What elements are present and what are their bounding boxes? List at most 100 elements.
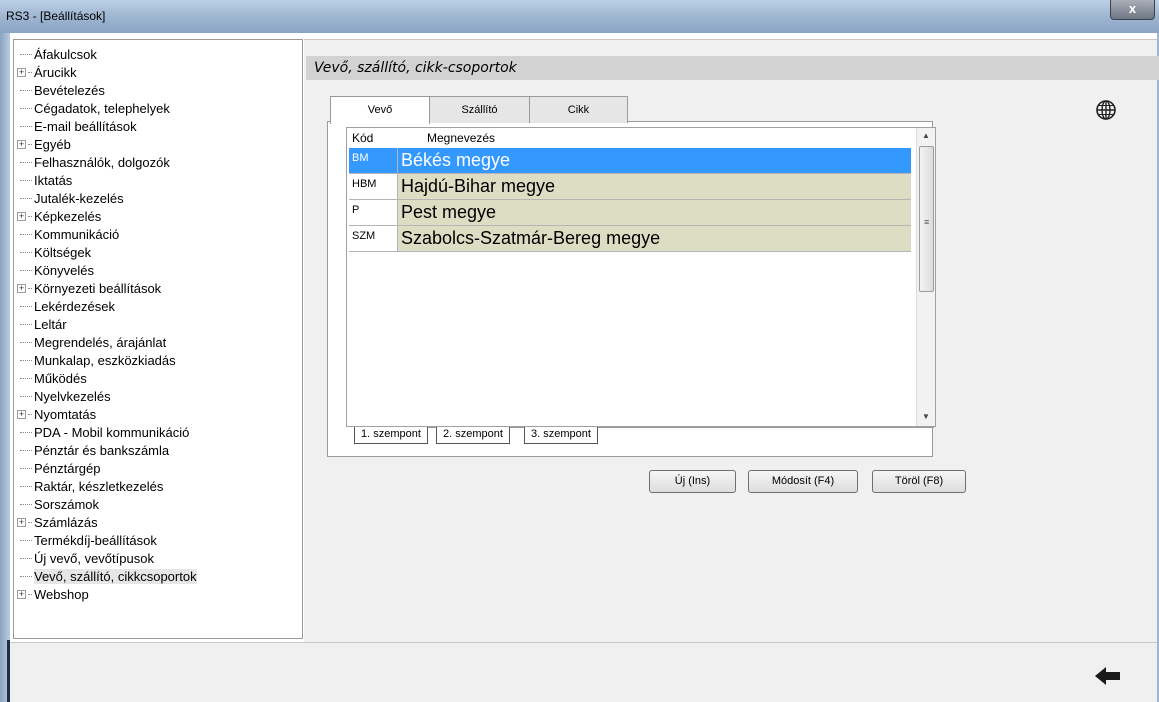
column-header-name[interactable]: Megnevezés xyxy=(427,131,495,145)
tree-connector xyxy=(20,503,32,505)
tab-vevo[interactable]: Vevő xyxy=(330,96,430,124)
settings-tree[interactable]: Áfakulcsok + Árucikk Bevételezés Cégadatok, … xyxy=(13,39,303,639)
tree-item-label: Munkalap, eszközkiadás xyxy=(34,352,176,368)
section-header: Vevő, szállító, cikk-csoportok xyxy=(306,56,1159,80)
expand-icon[interactable]: + xyxy=(17,283,26,293)
table-header: Kód Megnevezés xyxy=(347,128,917,147)
tree-item[interactable]: Jutalék-kezelés xyxy=(14,189,124,207)
tree-connector xyxy=(28,521,32,523)
expand-icon[interactable]: + xyxy=(17,589,26,599)
tree-item[interactable]: Vevő, szállító, cikkcsoportok xyxy=(14,567,197,585)
tree-item[interactable]: PDA - Mobil kommunikáció xyxy=(14,423,189,441)
tree-item[interactable]: Pénztárgép xyxy=(14,459,101,477)
tree-item[interactable]: Lekérdezések xyxy=(14,297,115,315)
tree-item[interactable]: Raktár, készletkezelés xyxy=(14,477,163,495)
tree-item[interactable]: + Árucikk xyxy=(14,63,77,81)
table-row[interactable]: HBM Hajdú-Bihar megye xyxy=(349,174,911,200)
tree-item-label: Iktatás xyxy=(34,172,73,188)
tab-cikk[interactable]: Cikk xyxy=(529,96,628,123)
tree-item-label: Számlázás xyxy=(34,514,98,530)
tree-connector xyxy=(28,143,32,145)
delete-button[interactable]: Töröl (F8) xyxy=(872,470,966,493)
tree-connector xyxy=(20,107,32,109)
expand-icon[interactable]: + xyxy=(17,139,26,149)
tree-connector xyxy=(20,341,32,343)
tree-connector xyxy=(20,125,32,127)
tree-item[interactable]: Költségek xyxy=(14,243,91,261)
column-header-code[interactable]: Kód xyxy=(352,131,373,145)
tree-item[interactable]: Pénztár és bankszámla xyxy=(14,441,169,459)
expand-icon[interactable]: + xyxy=(17,211,26,221)
tree-item-label: Sorszámok xyxy=(34,496,100,512)
table-row[interactable]: P Pest megye xyxy=(349,200,911,226)
scroll-thumb[interactable]: ≡ xyxy=(919,146,934,292)
tree-connector xyxy=(20,557,32,559)
tree-connector xyxy=(20,575,32,577)
tree-item[interactable]: Új vevő, vevőtípusok xyxy=(14,549,154,567)
cell-name: Szabolcs-Szatmár-Bereg megye xyxy=(397,226,911,251)
expand-icon[interactable]: + xyxy=(17,517,26,527)
close-button[interactable]: x xyxy=(1110,0,1155,20)
sort-tab-2[interactable]: 2. szempont xyxy=(436,427,510,444)
tree-item[interactable]: Működés xyxy=(14,369,87,387)
tree-item[interactable]: Munkalap, eszközkiadás xyxy=(14,351,176,369)
tree-item[interactable]: + Képkezelés xyxy=(14,207,101,225)
cell-name: Pest megye xyxy=(397,200,911,225)
tree-item[interactable]: Termékdíj-beállítások xyxy=(14,531,157,549)
tree-item[interactable]: Nyelvkezelés xyxy=(14,387,111,405)
tree-item[interactable]: Iktatás xyxy=(14,171,72,189)
tree-item-label: Működés xyxy=(34,370,87,386)
cell-name: Békés megye xyxy=(397,148,911,173)
vertical-scrollbar[interactable]: ▲ ≡ ▼ xyxy=(916,128,935,426)
tree-item[interactable]: Könyvelés xyxy=(14,261,94,279)
tab-szallito[interactable]: Szállító xyxy=(429,96,530,123)
cell-code: HBM xyxy=(349,174,397,199)
tree-item[interactable]: Felhasználók, dolgozók xyxy=(14,153,170,171)
tree-item[interactable]: + Környezeti beállítások xyxy=(14,279,161,297)
tree-item[interactable]: + Számlázás xyxy=(14,513,98,531)
scroll-grip: ≡ xyxy=(924,217,930,227)
scroll-up-icon[interactable]: ▲ xyxy=(922,131,930,140)
tree-item[interactable]: Megrendelés, árajánlat xyxy=(14,333,166,351)
sort-tab-1[interactable]: 1. szempont xyxy=(354,427,428,444)
expand-icon[interactable]: + xyxy=(17,409,26,419)
expand-icon[interactable]: + xyxy=(17,67,26,77)
tree-item[interactable]: Cégadatok, telephelyek xyxy=(14,99,170,117)
new-button[interactable]: Új (Ins) xyxy=(649,470,736,493)
tree-connector xyxy=(20,89,32,91)
window-frame-left xyxy=(0,33,10,702)
table-row[interactable]: BM Békés megye xyxy=(349,148,911,174)
tree-item-label: PDA - Mobil kommunikáció xyxy=(34,424,190,440)
tree-connector xyxy=(20,485,32,487)
tree-item-label: Felhasználók, dolgozók xyxy=(34,154,170,170)
tree-item[interactable]: Sorszámok xyxy=(14,495,99,513)
tree-item-label: Nyomtatás xyxy=(34,406,97,422)
scroll-down-icon[interactable]: ▼ xyxy=(922,412,930,421)
tree-connector xyxy=(28,593,32,595)
tree-item-label: Környezeti beállítások xyxy=(34,280,162,296)
edit-button[interactable]: Módosít (F4) xyxy=(748,470,858,493)
tree-item-label: Leltár xyxy=(34,316,67,332)
table-row[interactable]: SZM Szabolcs-Szatmár-Bereg megye xyxy=(349,226,911,252)
back-arrow-icon[interactable] xyxy=(1093,664,1123,688)
tree-item[interactable]: Áfakulcsok xyxy=(14,45,97,63)
tree-item[interactable]: + Egyéb xyxy=(14,135,71,153)
tree-connector xyxy=(28,413,32,415)
globe-icon[interactable] xyxy=(1095,99,1117,121)
cell-code: P xyxy=(349,200,397,225)
group-table[interactable]: Kód Megnevezés BM Békés megye HBM Hajdú-… xyxy=(346,127,936,427)
tree-item[interactable]: E-mail beállítások xyxy=(14,117,137,135)
tree-item[interactable]: Leltár xyxy=(14,315,67,333)
tree-item[interactable]: + Nyomtatás xyxy=(14,405,96,423)
cell-code: BM xyxy=(349,148,397,173)
tree-item-label: Pénztárgép xyxy=(34,460,101,476)
tree-item-label: Vevő, szállító, cikkcsoportok xyxy=(34,568,197,584)
tree-connector xyxy=(20,197,32,199)
tree-item-label: Jutalék-kezelés xyxy=(34,190,124,206)
tree-item[interactable]: Kommunikáció xyxy=(14,225,119,243)
tree-item-label: Webshop xyxy=(34,586,89,602)
sort-tab-3[interactable]: 3. szempont xyxy=(524,427,598,444)
tree-item[interactable]: + Webshop xyxy=(14,585,89,603)
tree-item[interactable]: Bevételezés xyxy=(14,81,105,99)
tree-item-label: Bevételezés xyxy=(34,82,105,98)
